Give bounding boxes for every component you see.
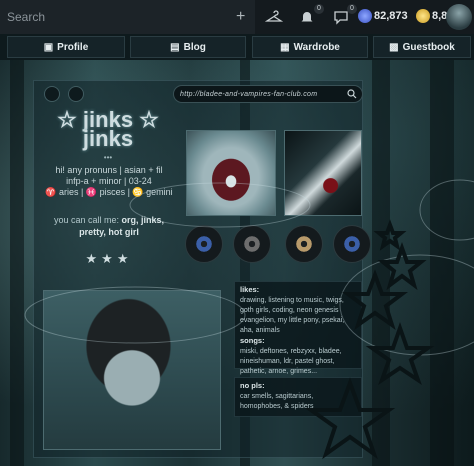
add-icon[interactable]: + [236,9,245,25]
no-pls-box: no pls: car smells, sagittarians, homoph… [234,377,362,417]
profile-portrait-image [43,290,221,450]
id-card-icon: ▣ [43,41,54,53]
guestbook-icon: ▩ [389,41,399,53]
bio-line: hi! any pronuns | asian + fil [55,165,163,175]
top-bar: Search + 0 0 82,873 8,824 [0,0,474,34]
no-pls-text: car smells, sagittarians, homophobes, & … [240,393,314,410]
profile-tabs: ▣ Profile ▤ Blog ▦ Wardrobe ▩ Guestbook [0,34,474,60]
likes-box: likes: drawing, listening to music, twig… [234,281,362,375]
url-text: http://bladee-and-vampires-fan-club.com [180,90,318,98]
tab-guestbook-label: Guestbook [402,41,455,53]
tree-trunk [372,60,390,466]
cd-icon [185,225,223,263]
gem-icon [358,9,372,23]
profile-name-shadow: jinks [82,126,134,151]
coin-icon [416,9,430,23]
messages-badge: 0 [347,4,357,14]
tab-wardrobe-label: Wardrobe [293,41,340,53]
blog-icon: ▤ [170,41,180,53]
cd-icon [333,225,371,263]
vampire-fangs-image [186,130,276,216]
url-bar: http://bladee-and-vampires-fan-club.com [173,85,363,103]
wardrobe-icon: ▦ [280,41,290,53]
search-input[interactable]: Search [7,10,45,24]
songs-title: songs: [240,336,265,345]
cd-icon [233,225,271,263]
no-pls-title: no pls: [240,381,265,390]
hanger-icon[interactable] [265,8,283,26]
songs-text: miski, deftones, rebzyxx, bladee, nineis… [240,348,342,375]
notifications-badge: 0 [314,4,324,14]
call-me-text: you can call me: org, jinks, pretty, hot… [44,214,174,238]
tab-profile[interactable]: ▣ Profile [7,36,125,58]
star-rating: ★★★ [85,251,133,266]
globe-icon[interactable] [44,86,60,102]
tab-guestbook[interactable]: ▩ Guestbook [373,36,471,58]
pinterest-icon[interactable] [68,86,84,102]
tab-wardrobe[interactable]: ▦ Wardrobe [252,36,368,58]
gems-balance: 82,873 [374,10,408,22]
likes-title: likes: [240,285,260,294]
divider-dots: ••• [103,153,113,162]
call-me-prefix: you can call me: [53,215,122,225]
cd-icon [285,225,323,263]
tab-blog[interactable]: ▤ Blog [130,36,246,58]
necklace-image [284,130,362,216]
search-icon[interactable] [347,89,357,99]
tree-trunk [430,60,454,466]
search-bar[interactable]: Search [0,0,255,34]
tree-trunk [10,60,24,466]
tab-blog-label: Blog [183,41,206,53]
bio-line: infp-a + minor | 03-24 [66,176,152,186]
bio-line: ♈ aries | ♓ pisces | ♋ gemini [45,187,173,197]
profile-bio: hi! any pronuns | asian + fil infp-a + m… [44,165,174,198]
tab-profile-label: Profile [57,41,89,53]
likes-text: drawing, listening to music, twigs, goth… [240,297,345,334]
avatar[interactable] [446,4,472,30]
